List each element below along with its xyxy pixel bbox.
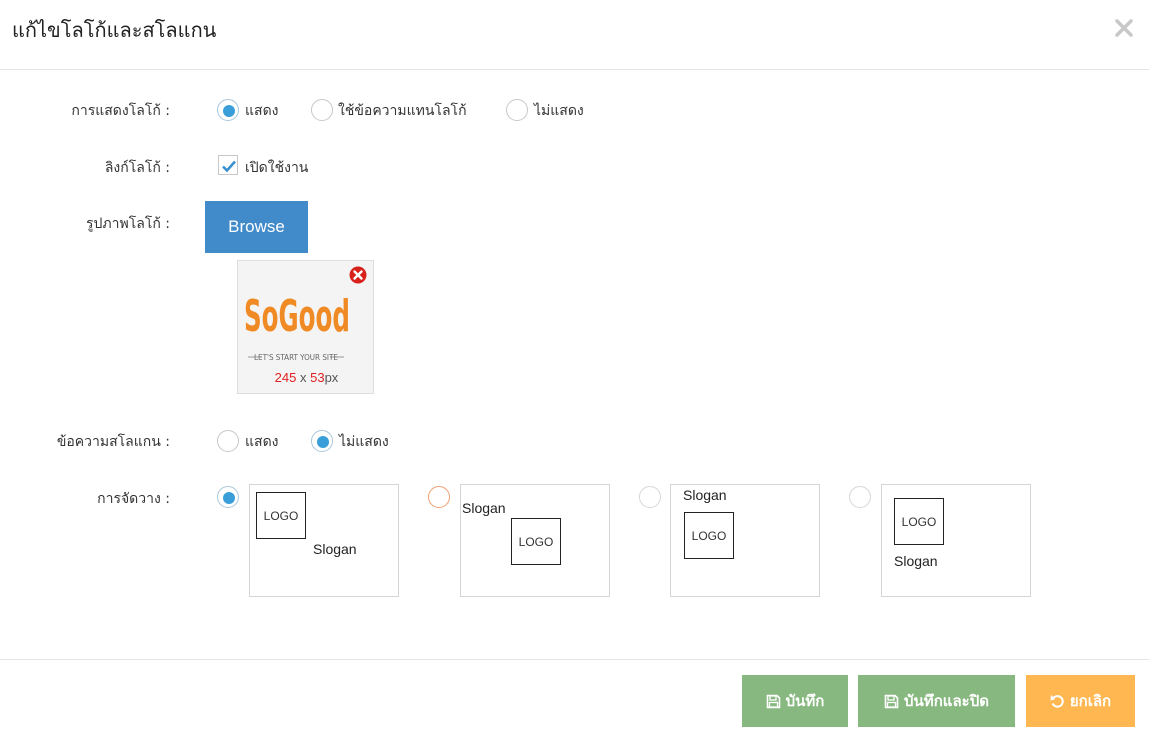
slogan-display-hide-label: ไม่แสดง [339, 434, 389, 450]
browse-button[interactable]: Browse [205, 201, 308, 253]
layout-logo-placeholder: LOGO [684, 512, 734, 559]
logo-preview: SoGoodWeb LET'S START YOUR SITE 245 x 53… [237, 260, 374, 394]
logo-link-checkbox-label: เปิดใช้งาน [245, 160, 309, 176]
layout-option-3[interactable]: Slogan LOGO [670, 484, 820, 597]
logo-display-show-label: แสดง [245, 103, 279, 119]
cancel-label: ยกเลิก [1069, 692, 1112, 710]
logo-display-label: การแสดงโลโก้ : [71, 103, 170, 119]
layout-option-1-radio[interactable] [217, 486, 239, 508]
layout-option-4[interactable]: LOGO Slogan [881, 484, 1031, 597]
logo-display-text-label: ใช้ข้อความแทนโลโก้ [338, 103, 467, 119]
cancel-button[interactable]: ยกเลิก [1026, 675, 1135, 727]
save-and-close-button[interactable]: บันทึกและปิด [858, 675, 1015, 727]
slogan-display-hide-radio[interactable] [311, 430, 333, 452]
logo-width: 245 [274, 370, 297, 385]
logo-display-text-radio[interactable] [311, 99, 333, 121]
logo-dimensions: 245 x 53px [238, 370, 375, 385]
layout-option-1[interactable]: LOGO Slogan [249, 484, 399, 597]
layout-logo-placeholder: LOGO [894, 498, 944, 545]
layout-option-3-radio[interactable] [639, 486, 661, 508]
layout-option-4-radio[interactable] [849, 486, 871, 508]
save-button[interactable]: บันทึก [742, 675, 848, 727]
floppy-disk-icon [766, 694, 780, 708]
dimension-unit: px [324, 370, 339, 385]
logo-height: 53 [310, 370, 325, 385]
layout-logo-placeholder: LOGO [511, 518, 561, 565]
check-icon [222, 160, 236, 173]
logo-display-hide-radio[interactable] [506, 99, 528, 121]
slogan-display-label: ข้อความสโลแกน : [56, 434, 170, 450]
floppy-disk-icon [884, 694, 899, 708]
undo-icon [1050, 694, 1064, 708]
logo-brand-text: SoGoodWeb [244, 290, 348, 342]
layout-slogan-text: Slogan [683, 487, 727, 503]
logo-image-label: รูปภาพโลโก้ : [86, 216, 170, 232]
slogan-display-show-radio[interactable] [217, 430, 239, 452]
layout-option-2-radio[interactable] [428, 486, 450, 508]
save-label: บันทึก [785, 692, 825, 710]
logo-link-label: ลิงก์โลโก้ : [104, 160, 170, 176]
save-and-close-label: บันทึกและปิด [904, 692, 989, 710]
slogan-display-show-label: แสดง [245, 434, 279, 450]
remove-icon[interactable] [349, 266, 367, 288]
dimension-separator: x [296, 370, 311, 385]
logo-link-checkbox[interactable] [218, 155, 238, 175]
dialog-title: แก้ไขโลโก้และสโลแกน [12, 18, 217, 42]
layout-logo-placeholder: LOGO [256, 492, 306, 539]
layout-slogan-text: Slogan [313, 541, 357, 557]
layout-label: การจัดวาง : [97, 491, 170, 507]
layout-option-2[interactable]: Slogan LOGO [460, 484, 610, 597]
dialog-header: แก้ไขโลโก้และสโลแกน [0, 0, 1149, 70]
layout-slogan-text: Slogan [894, 553, 938, 569]
logo-tagline: LET'S START YOUR SITE [254, 353, 338, 362]
close-icon[interactable] [1113, 17, 1135, 45]
layout-slogan-text: Slogan [462, 500, 506, 516]
logo-display-hide-label: ไม่แสดง [534, 103, 584, 119]
logo-display-show-radio[interactable] [217, 99, 239, 121]
logo-image: SoGoodWeb LET'S START YOUR SITE [244, 290, 348, 362]
